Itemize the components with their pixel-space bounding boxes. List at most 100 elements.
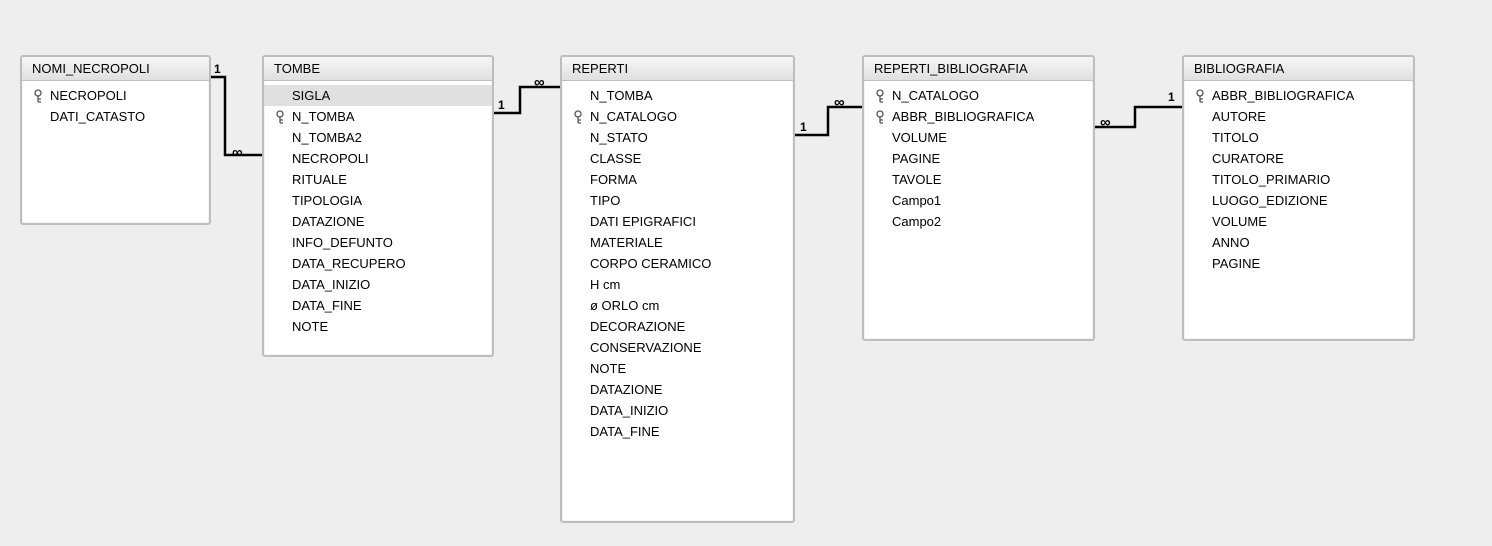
field-row[interactable]: DATAZIONE	[264, 211, 492, 232]
field-name: NOTE	[290, 318, 328, 336]
field-name: NOTE	[588, 360, 626, 378]
field-row[interactable]: DATI EPIGRAFICI	[562, 211, 793, 232]
field-row[interactable]: TITOLO	[1184, 127, 1413, 148]
field-name: INFO_DEFUNTO	[290, 234, 393, 252]
field-row[interactable]: N_CATALOGO	[562, 106, 793, 127]
field-row[interactable]: DATA_FINE	[562, 421, 793, 442]
table-fields: N_TOMBA N_CATALOGON_STATO CLASSE FORMATIPO…	[562, 81, 793, 448]
field-row[interactable]: CURATORE	[1184, 148, 1413, 169]
field-name: Campo1	[890, 192, 941, 210]
field-row[interactable]: N_TOMBA2	[264, 127, 492, 148]
field-row[interactable]: DATI_CATASTO	[22, 106, 209, 127]
primary-key-icon	[872, 110, 890, 124]
field-name: NECROPOLI	[48, 87, 127, 105]
field-name: N_TOMBA	[290, 108, 355, 126]
field-row[interactable]: CLASSE	[562, 148, 793, 169]
field-row[interactable]: N_STATO	[562, 127, 793, 148]
field-row[interactable]: TIPOLOGIA	[264, 190, 492, 211]
primary-key-icon	[272, 110, 290, 124]
field-name: DECORAZIONE	[588, 318, 685, 336]
field-name: N_CATALOGO	[890, 87, 979, 105]
table-title[interactable]: BIBLIOGRAFIA	[1184, 57, 1413, 81]
field-row[interactable]: NECROPOLI	[264, 148, 492, 169]
field-row[interactable]: INFO_DEFUNTO	[264, 232, 492, 253]
field-row[interactable]: CONSERVAZIONE	[562, 337, 793, 358]
table-title[interactable]: REPERTI_BIBLIOGRAFIA	[864, 57, 1093, 81]
field-name: CONSERVAZIONE	[588, 339, 701, 357]
field-name: DATA_FINE	[290, 297, 362, 315]
field-row[interactable]: SIGLA	[264, 85, 492, 106]
field-row[interactable]: AUTORE	[1184, 106, 1413, 127]
table-reperti-bibliografia[interactable]: REPERTI_BIBLIOGRAFIA N_CATALOGO ABBR_BIB…	[862, 55, 1095, 341]
field-name: ABBR_BIBLIOGRAFICA	[890, 108, 1034, 126]
field-row[interactable]: N_TOMBA	[562, 85, 793, 106]
field-row[interactable]: TITOLO_PRIMARIO	[1184, 169, 1413, 190]
field-row[interactable]: NOTE	[264, 316, 492, 337]
field-name: ø ORLO cm	[588, 297, 659, 315]
field-name: PAGINE	[890, 150, 940, 168]
field-row[interactable]: VOLUME	[864, 127, 1093, 148]
field-row[interactable]: CORPO CERAMICO	[562, 253, 793, 274]
table-title[interactable]: NOMI_NECROPOLI	[22, 57, 209, 81]
table-title[interactable]: TOMBE	[264, 57, 492, 81]
field-row[interactable]: ø ORLO cm	[562, 295, 793, 316]
field-name: DATA_INIZIO	[588, 402, 668, 420]
primary-key-icon	[30, 89, 48, 103]
field-row[interactable]: ABBR_BIBLIOGRAFICA	[864, 106, 1093, 127]
cardinality-label: ∞	[834, 94, 845, 111]
field-name: FORMA	[588, 171, 637, 189]
field-name: N_TOMBA2	[290, 129, 362, 147]
field-row[interactable]: DECORAZIONE	[562, 316, 793, 337]
field-row[interactable]: NECROPOLI	[22, 85, 209, 106]
field-row[interactable]: FORMA	[562, 169, 793, 190]
field-name: ABBR_BIBLIOGRAFICA	[1210, 87, 1354, 105]
cardinality-label: 1	[214, 62, 221, 76]
field-name: MATERIALE	[588, 234, 663, 252]
table-reperti[interactable]: REPERTI N_TOMBA N_CATALOGON_STATO CLASSE F…	[560, 55, 795, 523]
table-tombe[interactable]: TOMBE SIGLA N_TOMBA N_TOMBA2 NECROPOLIRITU…	[262, 55, 494, 357]
table-fields: SIGLA N_TOMBA N_TOMBA2 NECROPOLIRITUALETIP…	[264, 81, 492, 343]
field-row[interactable]: DATA_RECUPERO	[264, 253, 492, 274]
field-name: TAVOLE	[890, 171, 941, 189]
field-row[interactable]: ABBR_BIBLIOGRAFICA	[1184, 85, 1413, 106]
field-row[interactable]: Campo2	[864, 211, 1093, 232]
primary-key-icon	[570, 110, 588, 124]
table-fields: NECROPOLIDATI_CATASTO	[22, 81, 209, 133]
field-name: VOLUME	[890, 129, 947, 147]
field-row[interactable]: DATA_INIZIO	[264, 274, 492, 295]
field-row[interactable]: VOLUME	[1184, 211, 1413, 232]
field-row[interactable]: PAGINE	[1184, 253, 1413, 274]
field-row[interactable]: Campo1	[864, 190, 1093, 211]
cardinality-label: ∞	[534, 74, 545, 91]
field-name: ANNO	[1210, 234, 1250, 252]
field-row[interactable]: MATERIALE	[562, 232, 793, 253]
field-name: DATA_RECUPERO	[290, 255, 406, 273]
field-name: CLASSE	[588, 150, 641, 168]
field-name: Campo2	[890, 213, 941, 231]
cardinality-label: 1	[498, 98, 505, 112]
field-row[interactable]: DATA_FINE	[264, 295, 492, 316]
field-row[interactable]: ANNO	[1184, 232, 1413, 253]
field-name: VOLUME	[1210, 213, 1267, 231]
field-name: NECROPOLI	[290, 150, 369, 168]
field-row[interactable]: DATAZIONE	[562, 379, 793, 400]
table-title[interactable]: REPERTI	[562, 57, 793, 81]
field-row[interactable]: H cm	[562, 274, 793, 295]
cardinality-label: ∞	[1100, 114, 1111, 131]
field-name: LUOGO_EDIZIONE	[1210, 192, 1328, 210]
table-fields: N_CATALOGO ABBR_BIBLIOGRAFICA VOLUME PAGIN…	[864, 81, 1093, 238]
field-row[interactable]: NOTE	[562, 358, 793, 379]
field-row[interactable]: LUOGO_EDIZIONE	[1184, 190, 1413, 211]
primary-key-icon	[1192, 89, 1210, 103]
field-row[interactable]: RITUALE	[264, 169, 492, 190]
field-name: DATAZIONE	[290, 213, 364, 231]
field-name: TITOLO_PRIMARIO	[1210, 171, 1330, 189]
table-nomi-necropoli[interactable]: NOMI_NECROPOLI NECROPOLIDATI_CATASTO	[20, 55, 211, 225]
field-row[interactable]: N_TOMBA	[264, 106, 492, 127]
field-row[interactable]: TIPO	[562, 190, 793, 211]
table-bibliografia[interactable]: BIBLIOGRAFIA ABBR_BIBLIOGRAFICAAUTORETIT…	[1182, 55, 1415, 341]
field-row[interactable]: TAVOLE	[864, 169, 1093, 190]
field-row[interactable]: N_CATALOGO	[864, 85, 1093, 106]
field-row[interactable]: PAGINE	[864, 148, 1093, 169]
field-row[interactable]: DATA_INIZIO	[562, 400, 793, 421]
